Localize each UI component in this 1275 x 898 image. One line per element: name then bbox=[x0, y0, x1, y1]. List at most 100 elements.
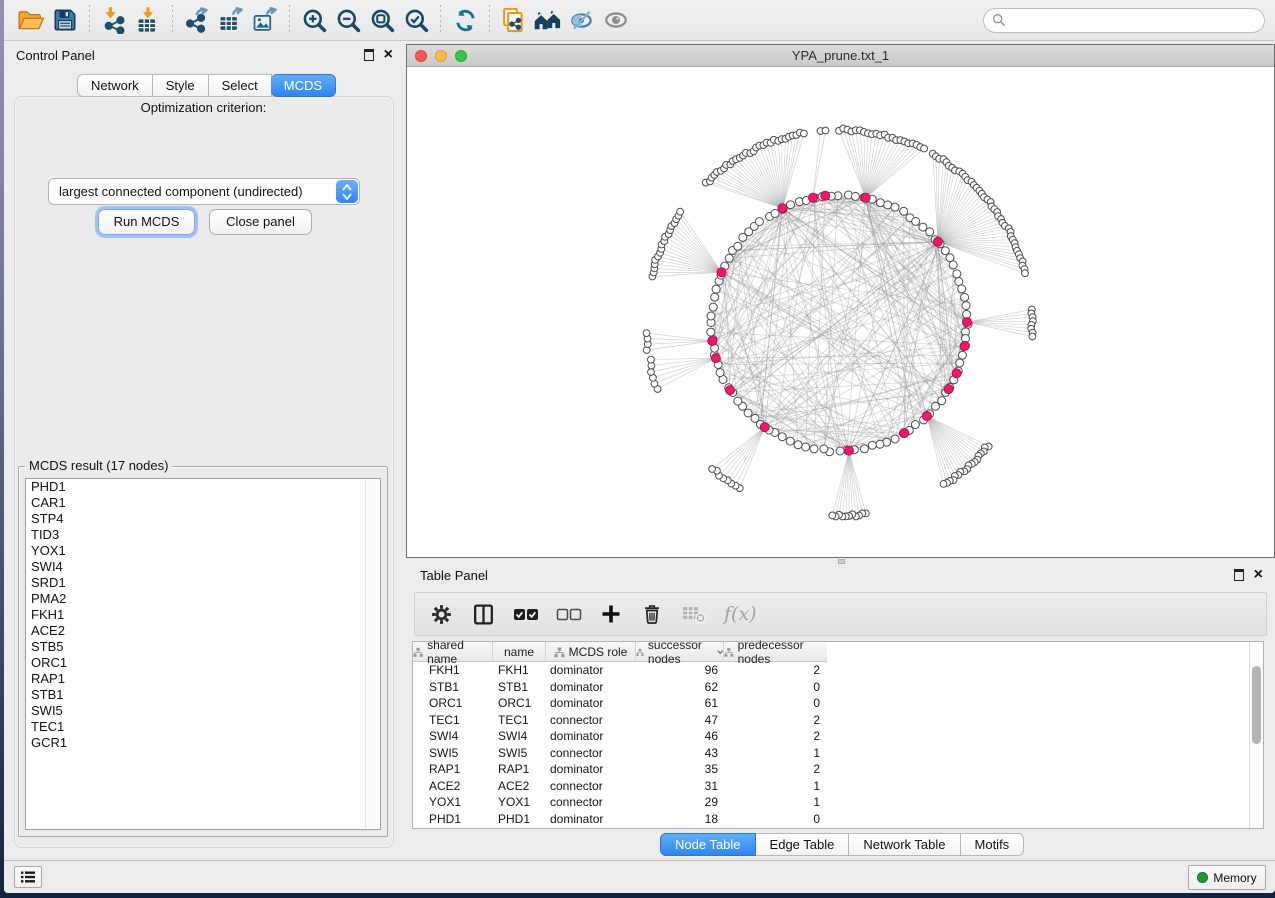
search-field[interactable] bbox=[983, 8, 1265, 33]
node-table-body[interactable]: FKH1FKH1dominator962STB1STB1dominator620… bbox=[413, 662, 1249, 828]
run-mcds-button[interactable]: Run MCDS bbox=[98, 209, 195, 235]
show-all-networks-icon[interactable] bbox=[531, 4, 565, 36]
table-cell[interactable]: SWI5 bbox=[413, 745, 493, 762]
table-cell[interactable]: YOX1 bbox=[493, 794, 546, 811]
table-cell[interactable]: SWI4 bbox=[413, 728, 493, 745]
import-network-icon[interactable] bbox=[97, 4, 131, 36]
mcds-result-item[interactable]: TID3 bbox=[26, 527, 380, 543]
memory-button[interactable]: Memory bbox=[1188, 865, 1266, 890]
zoom-out-icon[interactable] bbox=[331, 4, 365, 36]
export-image-icon[interactable] bbox=[248, 4, 282, 36]
mcds-result-item[interactable]: STB5 bbox=[26, 639, 380, 655]
table-cell[interactable]: YOX1 bbox=[413, 794, 493, 811]
table-cell[interactable]: 1 bbox=[724, 778, 827, 795]
table-row[interactable]: STB1STB1dominator620 bbox=[413, 679, 1249, 696]
table-cell[interactable]: dominator bbox=[546, 811, 636, 828]
tab-edge-table[interactable]: Edge Table bbox=[756, 833, 850, 856]
mcds-result-item[interactable]: ACE2 bbox=[26, 623, 380, 639]
show-panel-menu-button[interactable] bbox=[14, 866, 42, 888]
new-network-from-selection-icon[interactable] bbox=[497, 4, 531, 36]
column-header-successor-nodes[interactable]: successor nodes bbox=[636, 642, 724, 662]
table-cell[interactable]: FKH1 bbox=[493, 662, 546, 679]
network-graph[interactable] bbox=[407, 67, 1274, 557]
table-row[interactable]: YOX1YOX1connector291 bbox=[413, 794, 1249, 811]
delete-column-icon[interactable] bbox=[640, 602, 664, 626]
table-cell[interactable]: dominator bbox=[546, 695, 636, 712]
table-cell[interactable]: dominator bbox=[546, 662, 636, 679]
network-canvas[interactable] bbox=[407, 67, 1274, 557]
table-cell[interactable]: 43 bbox=[636, 745, 724, 762]
open-file-icon[interactable] bbox=[14, 4, 48, 36]
table-cell[interactable]: STB1 bbox=[493, 679, 546, 696]
float-panel-icon[interactable] bbox=[364, 49, 374, 61]
table-row[interactable]: SWI5SWI5connector431 bbox=[413, 745, 1249, 762]
show-column-panel-icon[interactable] bbox=[471, 602, 496, 627]
export-table-icon[interactable] bbox=[214, 4, 248, 36]
mcds-result-item[interactable]: PMA2 bbox=[26, 591, 380, 607]
show-hide-icon[interactable] bbox=[599, 4, 633, 36]
table-cell[interactable]: 62 bbox=[636, 679, 724, 696]
table-cell[interactable]: 2 bbox=[724, 761, 827, 778]
table-cell[interactable]: 2 bbox=[724, 662, 827, 679]
save-session-icon[interactable] bbox=[48, 4, 82, 36]
table-cell[interactable]: TEC1 bbox=[493, 712, 546, 729]
table-row[interactable]: ACE2ACE2connector311 bbox=[413, 778, 1249, 795]
column-header-mcds-role[interactable]: MCDS role bbox=[546, 642, 636, 662]
table-cell[interactable]: RAP1 bbox=[413, 761, 493, 778]
table-cell[interactable]: RAP1 bbox=[493, 761, 546, 778]
table-row[interactable]: SWI4SWI4dominator462 bbox=[413, 728, 1249, 745]
search-input[interactable] bbox=[1011, 13, 1256, 28]
table-cell[interactable]: connector bbox=[546, 778, 636, 795]
mcds-result-item[interactable]: STB1 bbox=[26, 687, 380, 703]
mcds-result-item[interactable]: STP4 bbox=[26, 511, 380, 527]
table-cell[interactable]: connector bbox=[546, 745, 636, 762]
table-cell[interactable]: 0 bbox=[724, 811, 827, 828]
tab-node-table[interactable]: Node Table bbox=[660, 833, 756, 856]
mcds-list-scrollbar[interactable] bbox=[365, 480, 379, 828]
mcds-result-item[interactable]: CAR1 bbox=[26, 495, 380, 511]
tab-mcds[interactable]: MCDS bbox=[271, 74, 336, 97]
table-cell[interactable]: ACE2 bbox=[413, 778, 493, 795]
column-header-name[interactable]: name bbox=[493, 642, 546, 662]
table-cell[interactable]: 31 bbox=[636, 778, 724, 795]
table-cell[interactable]: 18 bbox=[636, 811, 724, 828]
table-row[interactable]: ORC1ORC1dominator610 bbox=[413, 695, 1249, 712]
tab-network[interactable]: Network bbox=[77, 74, 153, 97]
table-cell[interactable]: 0 bbox=[724, 695, 827, 712]
mcds-result-item[interactable]: ORC1 bbox=[26, 655, 380, 671]
table-row[interactable]: RAP1RAP1dominator352 bbox=[413, 761, 1249, 778]
table-cell[interactable]: 2 bbox=[724, 712, 827, 729]
table-cell[interactable]: 29 bbox=[636, 794, 724, 811]
table-cell[interactable]: dominator bbox=[546, 728, 636, 745]
column-header-predecessor-nodes[interactable]: predecessor nodes bbox=[724, 642, 827, 662]
tab-motifs[interactable]: Motifs bbox=[961, 833, 1025, 856]
mcds-result-item[interactable]: FKH1 bbox=[26, 607, 380, 623]
mcds-result-item[interactable]: SWI5 bbox=[26, 703, 380, 719]
column-header-shared-name[interactable]: shared name bbox=[413, 642, 493, 662]
table-cell[interactable]: 46 bbox=[636, 728, 724, 745]
close-panel-icon[interactable]: × bbox=[1254, 569, 1263, 581]
mcds-result-item[interactable]: GCR1 bbox=[26, 735, 380, 751]
float-panel-icon[interactable] bbox=[1234, 569, 1244, 581]
mcds-result-list[interactable]: PHD1CAR1STP4TID3YOX1SWI4SRD1PMA2FKH1ACE2… bbox=[25, 478, 381, 830]
table-cell[interactable]: TEC1 bbox=[413, 712, 493, 729]
table-cell[interactable]: STB1 bbox=[413, 679, 493, 696]
table-options-gear-icon[interactable] bbox=[429, 602, 454, 627]
close-panel-icon[interactable]: × bbox=[384, 49, 393, 61]
network-view-titlebar[interactable]: YPA_prune.txt_1 bbox=[407, 45, 1274, 67]
refresh-icon[interactable] bbox=[448, 4, 482, 36]
table-cell[interactable]: 96 bbox=[636, 662, 724, 679]
table-cell[interactable]: 1 bbox=[724, 794, 827, 811]
export-network-icon[interactable] bbox=[180, 4, 214, 36]
table-cell[interactable]: ACE2 bbox=[493, 778, 546, 795]
table-scrollbar-thumb[interactable] bbox=[1252, 666, 1261, 744]
unselect-all-rows-icon[interactable] bbox=[556, 605, 582, 623]
hide-selected-icon[interactable] bbox=[565, 4, 599, 36]
table-cell[interactable]: 1 bbox=[724, 745, 827, 762]
table-cell[interactable]: SWI5 bbox=[493, 745, 546, 762]
table-cell[interactable]: dominator bbox=[546, 679, 636, 696]
mcds-result-item[interactable]: TEC1 bbox=[26, 719, 380, 735]
mcds-result-item[interactable]: YOX1 bbox=[26, 543, 380, 559]
table-cell[interactable]: 0 bbox=[724, 679, 827, 696]
table-cell[interactable]: connector bbox=[546, 712, 636, 729]
